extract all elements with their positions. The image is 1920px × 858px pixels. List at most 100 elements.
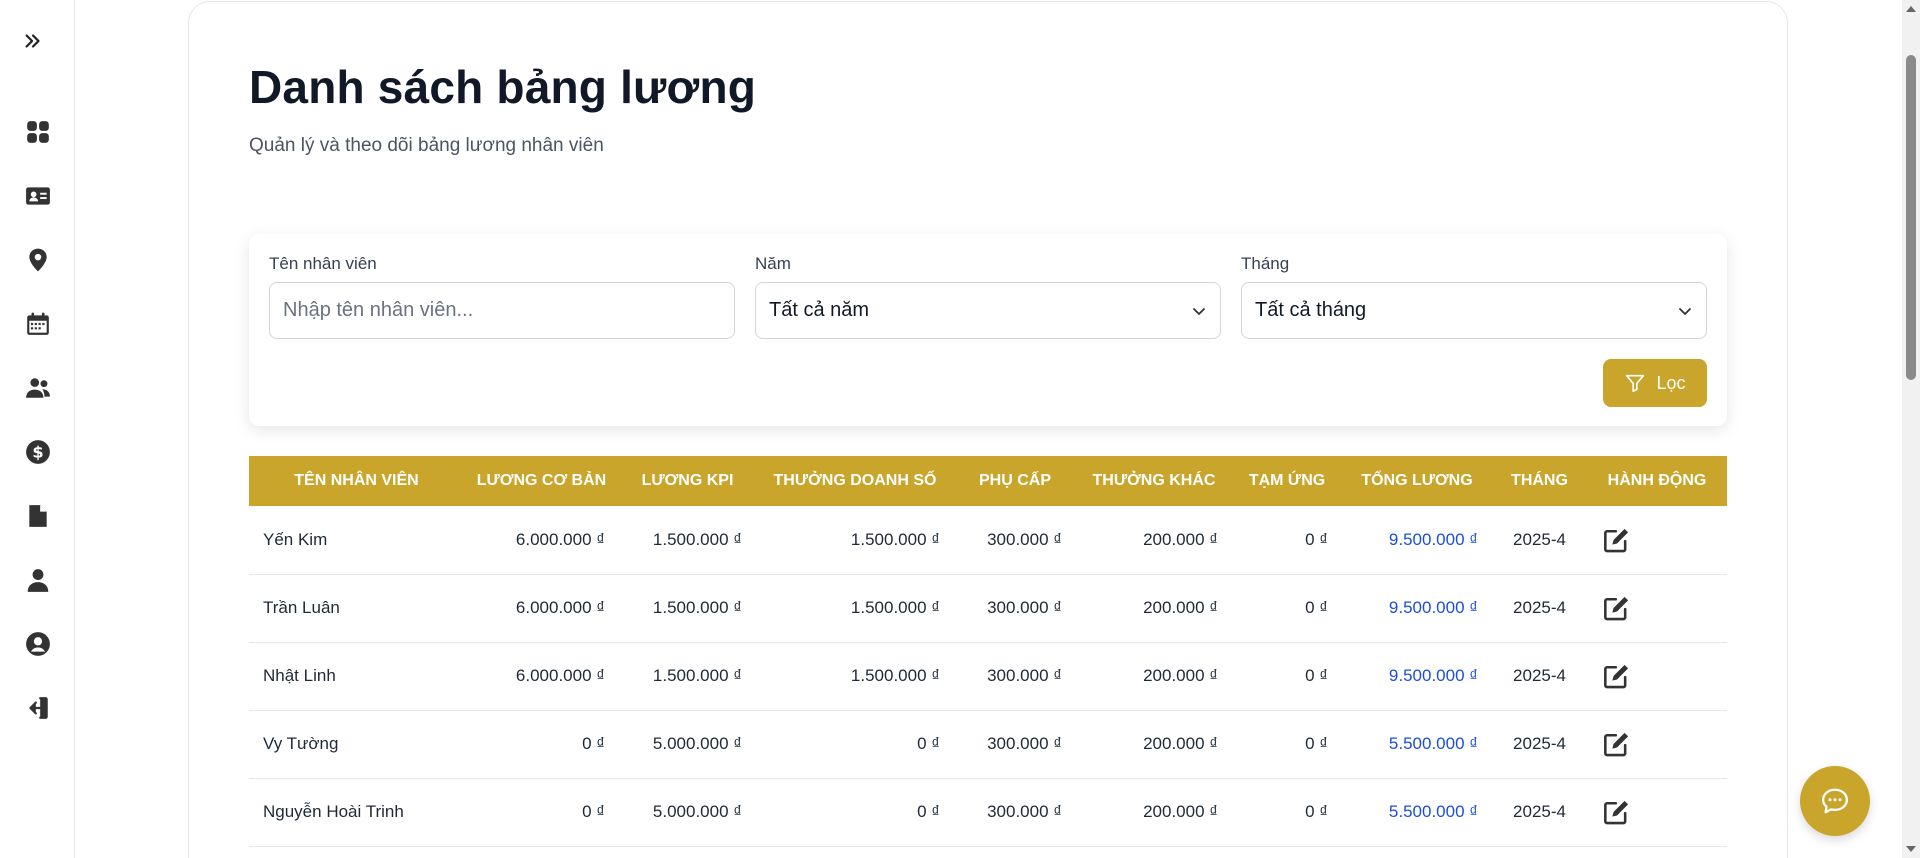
- salary-month: 2025-4: [1492, 506, 1587, 575]
- chat-bubble-icon: [1822, 788, 1848, 814]
- employee-name: Nhật Linh: [249, 642, 464, 711]
- chevron-down-icon: [1193, 307, 1205, 315]
- sales-bonus: 1.500.000 ₫: [756, 574, 954, 643]
- year-select-value: Tất cả năm: [769, 299, 870, 321]
- month-select[interactable]: Tất cả tháng: [1241, 282, 1707, 339]
- month-filter-group: Tháng Tất cả tháng: [1241, 254, 1707, 339]
- filter-button[interactable]: Lọc: [1603, 359, 1707, 407]
- dollar-circle-icon[interactable]: $: [24, 438, 52, 466]
- users-icon[interactable]: [24, 374, 52, 402]
- user-icon[interactable]: [24, 566, 52, 594]
- kpi-salary: 5.000.000 ₫: [619, 778, 756, 847]
- table-row: Nguyễn Hoài Trinh 0 ₫ 5.000.000 ₫ 0 ₫ 30…: [249, 778, 1727, 847]
- sidebar: $: [0, 0, 75, 858]
- total-salary: 9.500.000 ₫: [1342, 574, 1492, 643]
- col-header-sales-bonus[interactable]: Thưởng doanh số: [756, 456, 954, 506]
- actions-cell: [1587, 642, 1727, 711]
- col-header-base-salary[interactable]: Lương cơ bản: [464, 456, 619, 506]
- salary-month: 2025-4: [1492, 778, 1587, 847]
- sales-bonus: 0 ₫: [756, 778, 954, 847]
- col-header-allowance[interactable]: Phụ cấp: [954, 456, 1076, 506]
- actions-cell: [1587, 778, 1727, 847]
- kpi-salary: 5.000.000 ₫: [619, 710, 756, 779]
- funnel-icon: [1626, 374, 1645, 393]
- other-bonus: 200.000 ₫: [1076, 642, 1232, 711]
- other-bonus: 200.000 ₫: [1076, 710, 1232, 779]
- user-circle-icon[interactable]: [24, 630, 52, 658]
- employee-name: Yến Kim: [249, 506, 464, 575]
- edit-icon[interactable]: [1603, 730, 1631, 758]
- edit-icon[interactable]: [1603, 662, 1631, 690]
- chevron-down-icon: [1679, 307, 1691, 315]
- sales-bonus: 1.500.000 ₫: [756, 506, 954, 575]
- employee-name: Trần Luân: [249, 574, 464, 643]
- svg-text:$: $: [32, 442, 43, 461]
- kpi-salary: 1.500.000 ₫: [619, 506, 756, 575]
- allowance: 300.000 ₫: [954, 642, 1076, 711]
- chat-button[interactable]: [1800, 766, 1870, 836]
- total-salary: 5.500.000 ₫: [1342, 710, 1492, 779]
- year-filter-label: Năm: [755, 254, 791, 273]
- dashboard-grid-icon[interactable]: [24, 118, 52, 146]
- name-filter-label: Tên nhân viên: [269, 254, 377, 273]
- col-header-advance[interactable]: Tạm ứng: [1232, 456, 1342, 506]
- file-icon[interactable]: [24, 502, 52, 530]
- employee-name: Nguyễn Hoài Trinh: [249, 778, 464, 847]
- salary-month: 2025-4: [1492, 710, 1587, 779]
- id-card-icon[interactable]: [24, 182, 52, 210]
- edit-icon[interactable]: [1603, 798, 1631, 826]
- table-row: Trần Luân 6.000.000 ₫ 1.500.000 ₫ 1.500.…: [249, 574, 1727, 643]
- page-scrollbar[interactable]: [1902, 0, 1920, 858]
- salary-month: 2025-4: [1492, 642, 1587, 711]
- page-subtitle: Quản lý và theo dõi bảng lương nhân viên: [249, 135, 604, 156]
- allowance: 300.000 ₫: [954, 778, 1076, 847]
- name-filter-group: Tên nhân viên: [269, 254, 735, 339]
- scroll-up-arrow-icon[interactable]: [1906, 6, 1916, 12]
- allowance: 300.000 ₫: [954, 574, 1076, 643]
- advance: 0 ₫: [1232, 642, 1342, 711]
- sales-bonus: 1.500.000 ₫: [756, 642, 954, 711]
- actions-cell: [1587, 506, 1727, 575]
- allowance: 300.000 ₫: [954, 710, 1076, 779]
- advance: 0 ₫: [1232, 778, 1342, 847]
- calendar-icon[interactable]: [24, 310, 52, 338]
- edit-icon[interactable]: [1603, 526, 1631, 554]
- scroll-down-arrow-icon[interactable]: [1906, 846, 1916, 852]
- col-header-kpi-salary[interactable]: Lương KPI: [619, 456, 756, 506]
- salary-month: 2025-4: [1492, 574, 1587, 643]
- other-bonus: 200.000 ₫: [1076, 778, 1232, 847]
- total-salary: 9.500.000 ₫: [1342, 642, 1492, 711]
- kpi-salary: 1.500.000 ₫: [619, 574, 756, 643]
- other-bonus: 200.000 ₫: [1076, 574, 1232, 643]
- actions-cell: [1587, 574, 1727, 643]
- col-header-name[interactable]: Tên nhân viên: [249, 456, 464, 506]
- edit-icon[interactable]: [1603, 594, 1631, 622]
- base-salary: 0 ₫: [464, 778, 619, 847]
- payroll-card: Danh sách bảng lương Quản lý và theo dõi…: [188, 1, 1788, 858]
- base-salary: 6.000.000 ₫: [464, 642, 619, 711]
- payroll-table: Tên nhân viên Lương cơ bản Lương KPI Thư…: [249, 456, 1727, 847]
- page-title: Danh sách bảng lương: [249, 61, 757, 113]
- table-row: Vy Tường 0 ₫ 5.000.000 ₫ 0 ₫ 300.000 ₫ 2…: [249, 710, 1727, 779]
- year-filter-group: Năm Tất cả năm: [755, 254, 1221, 339]
- year-select[interactable]: Tất cả năm: [755, 282, 1221, 339]
- scrollbar-thumb[interactable]: [1906, 55, 1916, 380]
- employee-name: Vy Tường: [249, 710, 464, 779]
- employee-name-input[interactable]: [269, 282, 735, 339]
- table-header-row: Tên nhân viên Lương cơ bản Lương KPI Thư…: [249, 456, 1727, 506]
- double-chevron-right-icon[interactable]: [22, 30, 44, 52]
- col-header-other-bonus[interactable]: Thưởng khác: [1076, 456, 1232, 506]
- base-salary: 6.000.000 ₫: [464, 574, 619, 643]
- col-header-month[interactable]: Tháng: [1492, 456, 1587, 506]
- filter-button-label: Lọc: [1656, 372, 1686, 393]
- other-bonus: 200.000 ₫: [1076, 506, 1232, 575]
- location-pin-icon[interactable]: [24, 246, 52, 274]
- total-salary: 5.500.000 ₫: [1342, 778, 1492, 847]
- filter-panel: Tên nhân viên Năm Tất cả năm Tháng Tất c…: [249, 234, 1727, 426]
- col-header-total-salary[interactable]: Tổng lương: [1342, 456, 1492, 506]
- allowance: 300.000 ₫: [954, 506, 1076, 575]
- logout-icon[interactable]: [24, 694, 52, 722]
- advance: 0 ₫: [1232, 574, 1342, 643]
- table-row: Nhật Linh 6.000.000 ₫ 1.500.000 ₫ 1.500.…: [249, 642, 1727, 711]
- advance: 0 ₫: [1232, 710, 1342, 779]
